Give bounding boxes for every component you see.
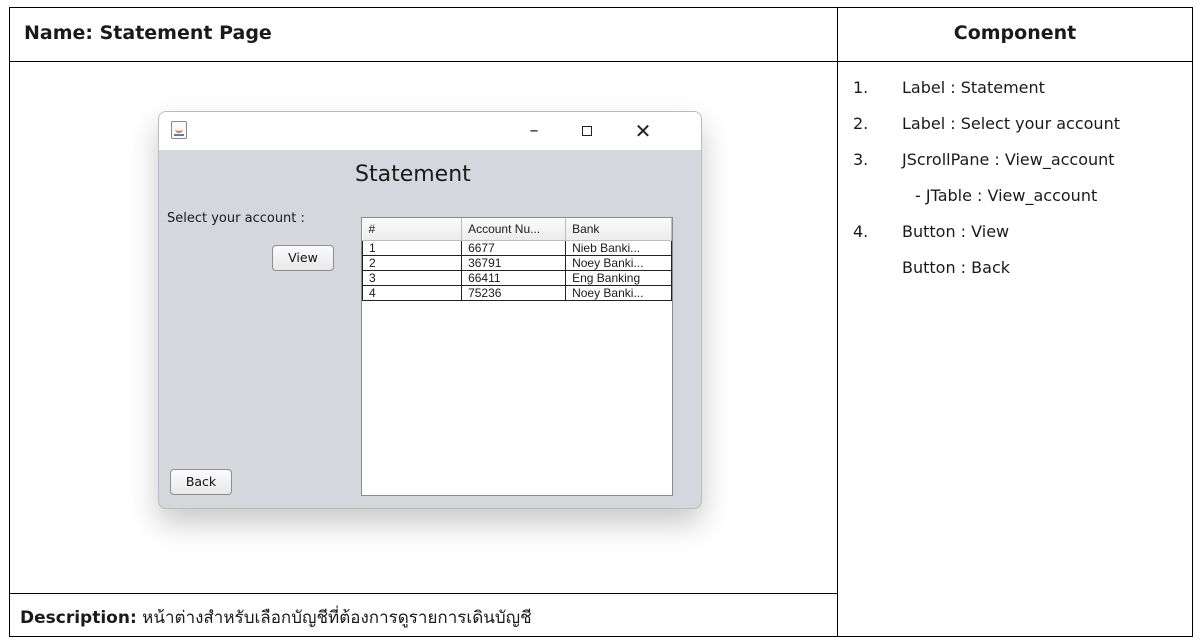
component-item: 3. JScrollPane : View_account (853, 142, 1193, 178)
table-cell: Noey Banki... (565, 285, 672, 301)
column-divider (837, 8, 838, 636)
table-cell: 3 (361, 270, 463, 286)
view-account-scrollpane[interactable]: # Account Nu... Bank 1 6677 Nieb Banki..… (361, 217, 673, 496)
select-account-label: Select your account : (167, 211, 305, 226)
component-number: 4. (853, 222, 869, 241)
maximize-icon (582, 126, 592, 136)
table-row[interactable]: 3 66411 Eng Banking (361, 270, 672, 286)
maximize-button[interactable] (569, 118, 605, 144)
table-cell: 36791 (461, 255, 567, 271)
table-row[interactable]: 2 36791 Noey Banki... (361, 255, 672, 271)
column-header[interactable]: # (362, 218, 463, 241)
component-item: - JTable : View_account (853, 178, 1193, 214)
component-number: 3. (853, 150, 869, 169)
table-cell: 1 (361, 240, 463, 256)
component-text: Button : Back (902, 258, 1010, 277)
description-label: Description: (20, 608, 137, 628)
component-text: Button : View (902, 222, 1010, 241)
component-item: 4. Button : View (853, 214, 1193, 250)
description-text: หน้าต่างสำหรับเลือกบัญชีที่ต้องการดูรายก… (142, 608, 532, 628)
table-cell: Noey Banki... (565, 255, 672, 271)
statement-window: – ✕ Statement Select your account : View… (158, 111, 702, 509)
minimize-button[interactable]: – (516, 118, 552, 144)
table-cell: Nieb Banki... (565, 240, 672, 256)
description: Description: หน้าต่างสำหรับเลือกบัญชีที่… (20, 604, 532, 631)
column-header[interactable]: Account Nu... (461, 218, 567, 241)
name-header: Name: Statement Page (24, 22, 272, 44)
table-cell: 66411 (461, 270, 567, 286)
component-header: Component (953, 22, 1077, 44)
window-titlebar[interactable]: – ✕ (159, 112, 701, 150)
component-text: - JTable : View_account (915, 186, 1098, 205)
header-divider (10, 61, 1192, 62)
table-cell: 75236 (461, 285, 567, 301)
table-cell: 2 (361, 255, 463, 271)
component-number: 2. (853, 114, 869, 133)
table-cell: Eng Banking (565, 270, 672, 286)
table-row[interactable]: 4 75236 Noey Banki... (361, 285, 672, 301)
component-text: Label : Statement (902, 78, 1045, 97)
component-item: 2. Label : Select your account (853, 106, 1193, 142)
view-account-table: # Account Nu... Bank 1 6677 Nieb Banki..… (361, 218, 672, 301)
component-text: JScrollPane : View_account (902, 150, 1115, 169)
table-row[interactable]: 1 6677 Nieb Banki... (361, 240, 672, 256)
component-number: 1. (853, 78, 869, 97)
table-cell: 6677 (461, 240, 567, 256)
back-button[interactable]: Back (170, 469, 232, 495)
component-list: 1. Label : Statement 2. Label : Select y… (853, 70, 1193, 286)
close-button[interactable]: ✕ (625, 118, 661, 144)
component-text: Label : Select your account (902, 114, 1120, 133)
statement-label: Statement (355, 162, 471, 187)
description-divider (10, 593, 837, 594)
table-header-row: # Account Nu... Bank (362, 218, 672, 241)
component-item: Button : Back (853, 250, 1193, 286)
column-header[interactable]: Bank (565, 218, 672, 241)
component-item: 1. Label : Statement (853, 70, 1193, 106)
view-button[interactable]: View (272, 245, 334, 271)
table-cell: 4 (361, 285, 463, 301)
java-app-icon (171, 121, 187, 139)
